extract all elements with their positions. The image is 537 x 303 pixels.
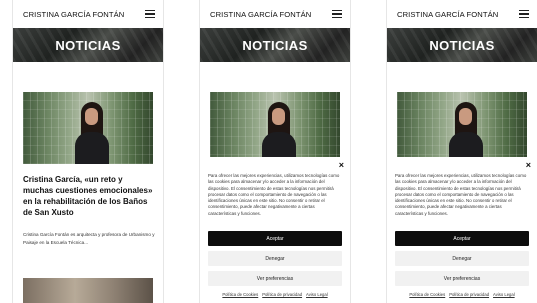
phone-screen-article: CRISTINA GARCÍA FONTÁN NOTICIAS Cristina… xyxy=(12,0,164,303)
site-brand[interactable]: CRISTINA GARCÍA FONTÁN xyxy=(23,10,124,19)
cookie-consent-text: Para ofrecer las mejores experiencias, u… xyxy=(395,173,527,216)
top-bar: CRISTINA GARCÍA FONTÁN xyxy=(387,0,537,28)
deny-button[interactable]: Denegar xyxy=(395,251,529,266)
article-title[interactable]: Cristina García, «un reto y muchas cuest… xyxy=(23,174,155,218)
article-photo[interactable] xyxy=(210,92,340,164)
hero-banner: NOTICIAS xyxy=(13,28,163,62)
hamburger-menu-icon[interactable] xyxy=(332,10,342,18)
cookie-policy-links: Política de Cookies Política de privacid… xyxy=(393,292,531,297)
cookie-policy-link[interactable]: Política de Cookies xyxy=(409,292,445,297)
next-article-photo[interactable] xyxy=(23,278,153,303)
close-icon[interactable]: × xyxy=(526,161,531,170)
top-bar: CRISTINA GARCÍA FONTÁN xyxy=(13,0,163,28)
top-bar: CRISTINA GARCÍA FONTÁN xyxy=(200,0,350,28)
person-body xyxy=(75,132,109,164)
cookie-policy-link[interactable]: Política de Cookies xyxy=(222,292,258,297)
hamburger-menu-icon[interactable] xyxy=(145,10,155,18)
preferences-button[interactable]: Ver preferencias xyxy=(208,271,342,286)
close-icon[interactable]: × xyxy=(339,161,344,170)
legal-notice-link[interactable]: Aviso Legal xyxy=(493,292,515,297)
hero-banner: NOTICIAS xyxy=(200,28,350,62)
phone-screen-cookie-banner: CRISTINA GARCÍA FONTÁN NOTICIAS × Para o… xyxy=(199,0,351,303)
cookie-consent-panel: × Para ofrecer las mejores experiencias,… xyxy=(387,157,537,303)
privacy-policy-link[interactable]: Política de privacidad xyxy=(449,292,489,297)
hamburger-menu-icon[interactable] xyxy=(519,10,529,18)
privacy-policy-link[interactable]: Política de privacidad xyxy=(262,292,302,297)
person-face xyxy=(272,108,285,125)
accept-button[interactable]: Aceptar xyxy=(395,231,529,246)
person-face xyxy=(85,108,98,125)
accept-button[interactable]: Aceptar xyxy=(208,231,342,246)
preferences-button[interactable]: Ver preferencias xyxy=(395,271,529,286)
hero-banner: NOTICIAS xyxy=(387,28,537,62)
page-title: NOTICIAS xyxy=(242,37,308,53)
person-face xyxy=(459,108,472,125)
article-photo[interactable] xyxy=(397,92,527,164)
page-title: NOTICIAS xyxy=(429,37,495,53)
site-brand[interactable]: CRISTINA GARCÍA FONTÁN xyxy=(397,10,498,19)
cookie-consent-panel: × Para ofrecer las mejores experiencias,… xyxy=(200,157,350,303)
cookie-policy-links: Política de Cookies Política de privacid… xyxy=(206,292,344,297)
article-photo[interactable] xyxy=(23,92,153,164)
site-brand[interactable]: CRISTINA GARCÍA FONTÁN xyxy=(210,10,311,19)
page-title: NOTICIAS xyxy=(55,37,121,53)
legal-notice-link[interactable]: Aviso Legal xyxy=(306,292,328,297)
article-excerpt: Cristina García Fontán es arquitecta y p… xyxy=(23,232,155,245)
deny-button[interactable]: Denegar xyxy=(208,251,342,266)
cookie-consent-text: Para ofrecer las mejores experiencias, u… xyxy=(208,173,340,216)
phone-screen-cookie-banner-2: CRISTINA GARCÍA FONTÁN NOTICIAS × Para o… xyxy=(386,0,537,303)
